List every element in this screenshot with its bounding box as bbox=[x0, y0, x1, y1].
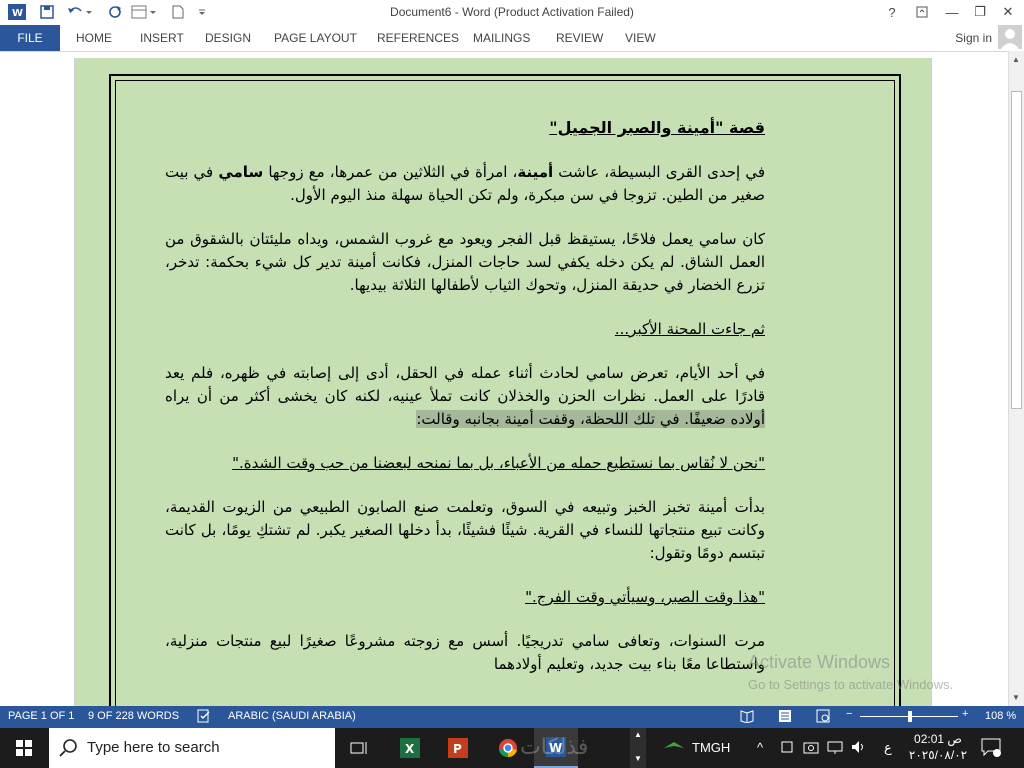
proofing-icon[interactable] bbox=[197, 709, 211, 726]
page-count[interactable]: PAGE 1 OF 1 bbox=[8, 710, 74, 722]
quick-table-icon[interactable] bbox=[130, 3, 158, 21]
svg-text:P: P bbox=[453, 742, 462, 756]
redo-icon[interactable] bbox=[106, 3, 124, 21]
search-icon bbox=[59, 738, 79, 761]
undo-icon[interactable] bbox=[66, 3, 94, 21]
task-view-icon[interactable] bbox=[338, 728, 382, 768]
paragraph-2: كان سامي يعمل فلاحًا، يستيقظ قبل الفجر و… bbox=[165, 230, 765, 294]
windows-start-icon[interactable] bbox=[0, 728, 48, 768]
help-button[interactable]: ? bbox=[880, 2, 904, 22]
ribbon-display-options-button[interactable] bbox=[910, 2, 934, 22]
word-logo-icon: W bbox=[8, 3, 26, 21]
taskbar-scroll-down-icon[interactable]: ▼ bbox=[634, 754, 642, 763]
search-placeholder: Type here to search bbox=[87, 739, 220, 756]
tmgh-icon bbox=[664, 740, 684, 757]
svg-text:X: X bbox=[405, 742, 415, 756]
windows-taskbar: Type here to search X P W فذلكات ▲ ▼ TMG… bbox=[0, 728, 1024, 768]
svg-text:W: W bbox=[12, 8, 23, 19]
clock-date: ٢٠٢٥/٠٨/٠٢ bbox=[908, 748, 968, 762]
paragraph-1-name-sami: سامي bbox=[218, 163, 264, 181]
zoom-in-button[interactable]: + bbox=[962, 708, 968, 720]
paragraph-4: في أحد الأيام، تعرض سامي لحادث أثناء عمل… bbox=[165, 362, 765, 431]
volume-icon[interactable] bbox=[851, 740, 867, 757]
zoom-slider-thumb[interactable] bbox=[907, 711, 912, 722]
language-indicator[interactable]: ARABIC (SAUDI ARABIA) bbox=[228, 710, 356, 722]
paragraph-6: بدأت أمينة تخبز الخبز وتبيعه في السوق، و… bbox=[165, 498, 765, 562]
powerpoint-app-icon[interactable]: P bbox=[436, 728, 480, 768]
avatar[interactable] bbox=[998, 25, 1022, 49]
ribbon-tabs: FILE HOME INSERT DESIGN PAGE LAYOUT REFE… bbox=[0, 25, 1024, 51]
title-bar: W Document6 - Word (Product Activation F… bbox=[0, 0, 1024, 25]
paragraph-3: ثم جاءت المحنة الأكبر... bbox=[165, 318, 765, 341]
vertical-scrollbar[interactable]: ▲ ▼ bbox=[1008, 51, 1024, 706]
web-layout-icon[interactable] bbox=[816, 709, 830, 726]
tab-insert[interactable]: INSERT bbox=[140, 31, 184, 45]
network-icon[interactable] bbox=[827, 740, 843, 757]
taskbar-search-box[interactable]: Type here to search bbox=[49, 728, 335, 768]
document-body[interactable]: قصة "أمينة والصبر الجميل" في إحدى القرى … bbox=[165, 116, 765, 697]
print-layout-icon[interactable] bbox=[778, 709, 792, 726]
paragraph-5-quote: "نحن لا نُقاس بما نستطيع حمله من الأعباء… bbox=[232, 454, 765, 472]
paragraph-4-text: في أحد الأيام، تعرض سامي لحادث أثناء عمل… bbox=[165, 364, 765, 405]
tray-app-label[interactable]: TMGH bbox=[692, 740, 730, 755]
paragraph-1-name-amina: أمينة bbox=[517, 163, 554, 181]
tab-mailings[interactable]: MAILINGS bbox=[473, 31, 530, 45]
status-bar: PAGE 1 OF 1 9 OF 228 WORDS ARABIC (SAUDI… bbox=[0, 706, 1024, 728]
save-icon[interactable] bbox=[38, 3, 56, 21]
tab-home[interactable]: HOME bbox=[76, 31, 112, 45]
paragraph-7-quote: "هذا وقت الصبر، وسيأتي وقت الفرج." bbox=[525, 588, 765, 606]
scroll-up-icon[interactable]: ▲ bbox=[1012, 55, 1020, 64]
selected-text[interactable]: أولاده ضعيفًا. في تلك اللحظة، وقفت أمينة… bbox=[416, 410, 765, 428]
paragraph-8: مرت السنوات، وتعافى سامي تدريجيًا. أسس م… bbox=[165, 632, 765, 673]
show-hidden-icons-icon[interactable]: ^ bbox=[757, 740, 763, 755]
word-count[interactable]: 9 OF 228 WORDS bbox=[88, 710, 179, 722]
zoom-out-button[interactable]: − bbox=[846, 708, 852, 720]
tab-references[interactable]: REFERENCES bbox=[377, 31, 459, 45]
story-title: قصة "أمينة والصبر الجميل" bbox=[165, 116, 765, 140]
camera-icon[interactable] bbox=[803, 740, 819, 757]
zoom-level[interactable]: 108 % bbox=[985, 710, 1016, 722]
taskbar-scroll-up-icon[interactable]: ▲ bbox=[634, 730, 642, 739]
read-mode-icon[interactable] bbox=[740, 709, 754, 726]
taskbar-scroll[interactable]: ▲ ▼ bbox=[630, 728, 646, 768]
minimize-button[interactable]: — bbox=[940, 2, 964, 22]
restore-button[interactable]: ❐ bbox=[968, 2, 992, 22]
scrollbar-thumb[interactable] bbox=[1011, 91, 1022, 409]
document-page[interactable]: قصة "أمينة والصبر الجميل" في إحدى القرى … bbox=[74, 58, 932, 706]
customize-toolbar-icon[interactable] bbox=[196, 3, 208, 21]
tab-view[interactable]: VIEW bbox=[625, 31, 656, 45]
tab-design[interactable]: DESIGN bbox=[205, 31, 251, 45]
battery-icon[interactable] bbox=[780, 740, 794, 757]
paragraph-3-text: ثم جاءت المحنة الأكبر... bbox=[614, 320, 765, 338]
document-workspace: قصة "أمينة والصبر الجميل" في إحدى القرى … bbox=[0, 51, 1008, 706]
story-title-text: قصة "أمينة والصبر الجميل" bbox=[549, 118, 765, 137]
clock-time: 02:01 ص bbox=[914, 732, 962, 746]
site-watermark: فذلكات bbox=[520, 734, 589, 759]
paragraph-1: في إحدى القرى البسيطة، عاشت أمينة، امرأة… bbox=[165, 161, 765, 207]
scroll-down-icon[interactable]: ▼ bbox=[1012, 693, 1020, 702]
paragraph-1-text-a: في إحدى القرى البسيطة، عاشت bbox=[553, 163, 766, 181]
tab-page-layout[interactable]: PAGE LAYOUT bbox=[274, 31, 357, 45]
notifications-icon[interactable] bbox=[980, 736, 1002, 761]
paragraph-5: "نحن لا نُقاس بما نستطيع حمله من الأعباء… bbox=[165, 452, 765, 475]
tab-file[interactable]: FILE bbox=[0, 25, 60, 51]
close-button[interactable]: ✕ bbox=[996, 2, 1020, 22]
paragraph-1-text-b: ، امرأة في الثلاثين من عمرها، مع زوجها bbox=[263, 163, 518, 181]
paragraph-7: "هذا وقت الصبر، وسيأتي وقت الفرج." bbox=[165, 586, 765, 609]
input-language[interactable]: ع bbox=[884, 740, 892, 756]
excel-app-icon[interactable]: X bbox=[388, 728, 432, 768]
taskbar-clock[interactable]: 02:01 ص ٢٠٢٥/٠٨/٠٢ bbox=[908, 731, 968, 763]
tab-review[interactable]: REVIEW bbox=[556, 31, 603, 45]
new-document-icon[interactable] bbox=[170, 3, 186, 21]
sign-in-link[interactable]: Sign in bbox=[955, 31, 992, 45]
